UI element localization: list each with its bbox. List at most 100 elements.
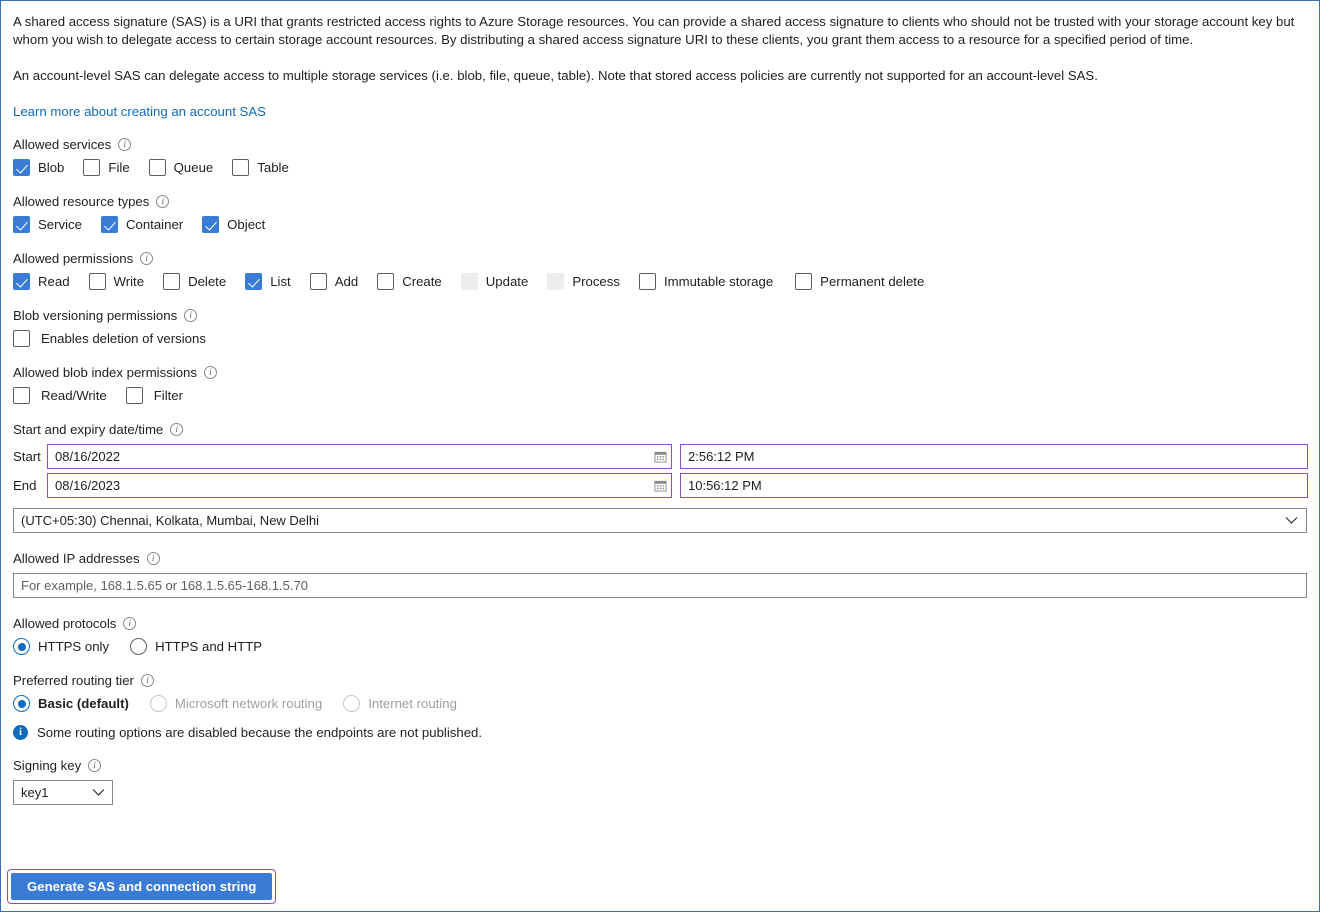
intro-paragraph-2: An account-level SAS can delegate access… [13, 68, 1098, 83]
chevron-down-icon[interactable] [92, 785, 105, 800]
start-date-input[interactable]: 08/16/2022 [47, 444, 672, 469]
info-icon[interactable]: i [184, 309, 198, 322]
start-time-input[interactable]: 2:56:12 PM [680, 444, 1308, 469]
checkbox-item-delete[interactable]: Delete [163, 273, 226, 290]
radio-label: Internet routing [368, 696, 457, 711]
info-icon[interactable]: i [123, 617, 137, 630]
checkbox-label: Process [572, 274, 620, 289]
allowed-ip-group: Allowed IP addresses i For example, 168.… [13, 551, 1308, 598]
checkbox-icon[interactable] [638, 273, 656, 290]
checkbox-icon[interactable] [148, 159, 166, 176]
checkbox-icon[interactable] [125, 387, 143, 404]
radio-item-https-and-http[interactable]: HTTPS and HTTP [130, 638, 262, 655]
checkbox-icon[interactable] [88, 273, 106, 290]
checkbox-item-file[interactable]: File [83, 159, 130, 176]
checkbox-icon [460, 273, 478, 290]
routing-notice-text: Some routing options are disabled becaus… [37, 725, 483, 740]
checkbox-item-process: Process [547, 273, 620, 290]
checkbox-icon[interactable] [795, 273, 813, 290]
info-icon[interactable]: i [118, 138, 132, 151]
info-icon[interactable]: i [204, 366, 217, 379]
allowed-permissions-label-text: Allowed permissions [13, 251, 134, 266]
generate-sas-button[interactable]: Generate SAS and connection string [11, 873, 273, 900]
checkbox-item-read[interactable]: Read [13, 273, 70, 290]
checkbox-icon[interactable] [100, 216, 118, 233]
generate-button-focus-ring: Generate SAS and connection string [7, 869, 277, 904]
checkbox-icon[interactable] [245, 273, 263, 290]
checkbox-item-table[interactable]: Table [232, 159, 289, 176]
radio-icon[interactable] [130, 638, 148, 655]
radio-label: HTTPS and HTTP [155, 639, 263, 654]
learn-more-link[interactable]: Learn more about creating an account SAS [13, 104, 266, 119]
checkbox-icon[interactable] [13, 273, 30, 290]
checkbox-item-immutable-storage[interactable]: Immutable storage [638, 273, 773, 290]
checkbox-item-permanent-delete[interactable]: Permanent delete [795, 273, 924, 290]
checkbox-label: Table [257, 160, 289, 175]
preferred-routing-tier-label-text: Preferred routing tier [13, 673, 134, 688]
checkbox-item-read-write[interactable]: Read/Write [13, 387, 107, 404]
info-icon[interactable]: i [170, 423, 184, 436]
intro-paragraph-1: A shared access signature (SAS) is a URI… [13, 14, 1295, 47]
checkbox-label: File [108, 160, 130, 175]
allowed-resource-types-options: Service Container Object [13, 216, 1308, 233]
info-icon[interactable]: i [140, 252, 154, 265]
radio-item-basic-default[interactable]: Basic (default) [13, 695, 129, 712]
signing-key-select[interactable]: key1 [13, 780, 113, 805]
checkbox-item-container[interactable]: Container [100, 216, 184, 233]
allowed-ip-label: Allowed IP addresses i [13, 551, 1308, 566]
checkbox-label: Add [334, 274, 359, 289]
date-time-group: Start and expiry date/time i Start 08/16… [13, 422, 1308, 533]
allowed-permissions-group: Allowed permissions i Read Write Delete … [13, 251, 1308, 290]
radio-item-https-only[interactable]: HTTPS only [13, 638, 109, 655]
chevron-down-icon[interactable] [1285, 513, 1298, 528]
checkbox-icon[interactable] [202, 216, 220, 233]
calendar-icon[interactable] [654, 479, 667, 492]
checkbox-item-object[interactable]: Object [202, 216, 265, 233]
radio-icon[interactable] [13, 695, 30, 712]
blob-versioning-permissions-group: Blob versioning permissions i Enables de… [13, 308, 1308, 347]
checkbox-item-queue[interactable]: Queue [148, 159, 213, 176]
checkbox-icon[interactable] [13, 387, 30, 404]
end-time-input[interactable]: 10:56:12 PM [680, 473, 1308, 498]
end-date-input[interactable]: 08/16/2023 [47, 473, 672, 498]
checkbox-icon[interactable] [13, 159, 30, 176]
checkbox-label: Update [485, 274, 529, 289]
checkbox-icon[interactable] [377, 273, 395, 290]
checkbox-item-add[interactable]: Add [309, 273, 359, 290]
signing-key-group: Signing key i key1 [13, 758, 1308, 805]
date-time-label: Start and expiry date/time i [13, 422, 1308, 437]
info-icon[interactable]: i [156, 195, 170, 208]
checkbox-item-service[interactable]: Service [13, 216, 82, 233]
checkbox-item-enables-deletion-of-versions[interactable]: Enables deletion of versions [13, 330, 206, 347]
radio-icon [149, 695, 167, 712]
date-time-label-text: Start and expiry date/time [13, 422, 164, 437]
checkbox-icon[interactable] [13, 330, 30, 347]
end-time-value: 10:56:12 PM [688, 478, 762, 493]
checkbox-icon[interactable] [163, 273, 181, 290]
info-icon[interactable]: i [88, 759, 102, 772]
preferred-routing-tier-group: Preferred routing tier i Basic (default)… [13, 673, 1308, 712]
checkbox-item-write[interactable]: Write [88, 273, 144, 290]
allowed-ip-input[interactable]: For example, 168.1.5.65 or 168.1.5.65-16… [13, 573, 1307, 598]
checkbox-item-create[interactable]: Create [377, 273, 442, 290]
checkbox-label: Container [125, 217, 184, 232]
info-icon[interactable]: i [146, 552, 160, 565]
checkbox-icon[interactable] [232, 159, 250, 176]
checkbox-item-blob[interactable]: Blob [13, 159, 64, 176]
timezone-value: (UTC+05:30) Chennai, Kolkata, Mumbai, Ne… [21, 513, 320, 528]
preferred-routing-tier-options: Basic (default) Microsoft network routin… [13, 695, 1308, 712]
checkbox-icon[interactable] [309, 273, 327, 290]
calendar-icon[interactable] [654, 450, 667, 463]
start-datetime-row: Start 08/16/2022 2:56:12 PM [13, 444, 1308, 469]
info-icon[interactable]: i [140, 674, 154, 687]
checkbox-icon[interactable] [13, 216, 30, 233]
timezone-select[interactable]: (UTC+05:30) Chennai, Kolkata, Mumbai, Ne… [13, 508, 1307, 533]
checkbox-item-filter[interactable]: Filter [125, 387, 183, 404]
end-date-value: 08/16/2023 [55, 478, 121, 493]
allowed-permissions-label: Allowed permissions i [13, 251, 1308, 266]
checkbox-icon[interactable] [83, 159, 101, 176]
checkbox-item-list[interactable]: List [245, 273, 291, 290]
radio-icon[interactable] [13, 638, 30, 655]
checkbox-icon [547, 273, 565, 290]
routing-notice: i Some routing options are disabled beca… [13, 725, 1308, 740]
